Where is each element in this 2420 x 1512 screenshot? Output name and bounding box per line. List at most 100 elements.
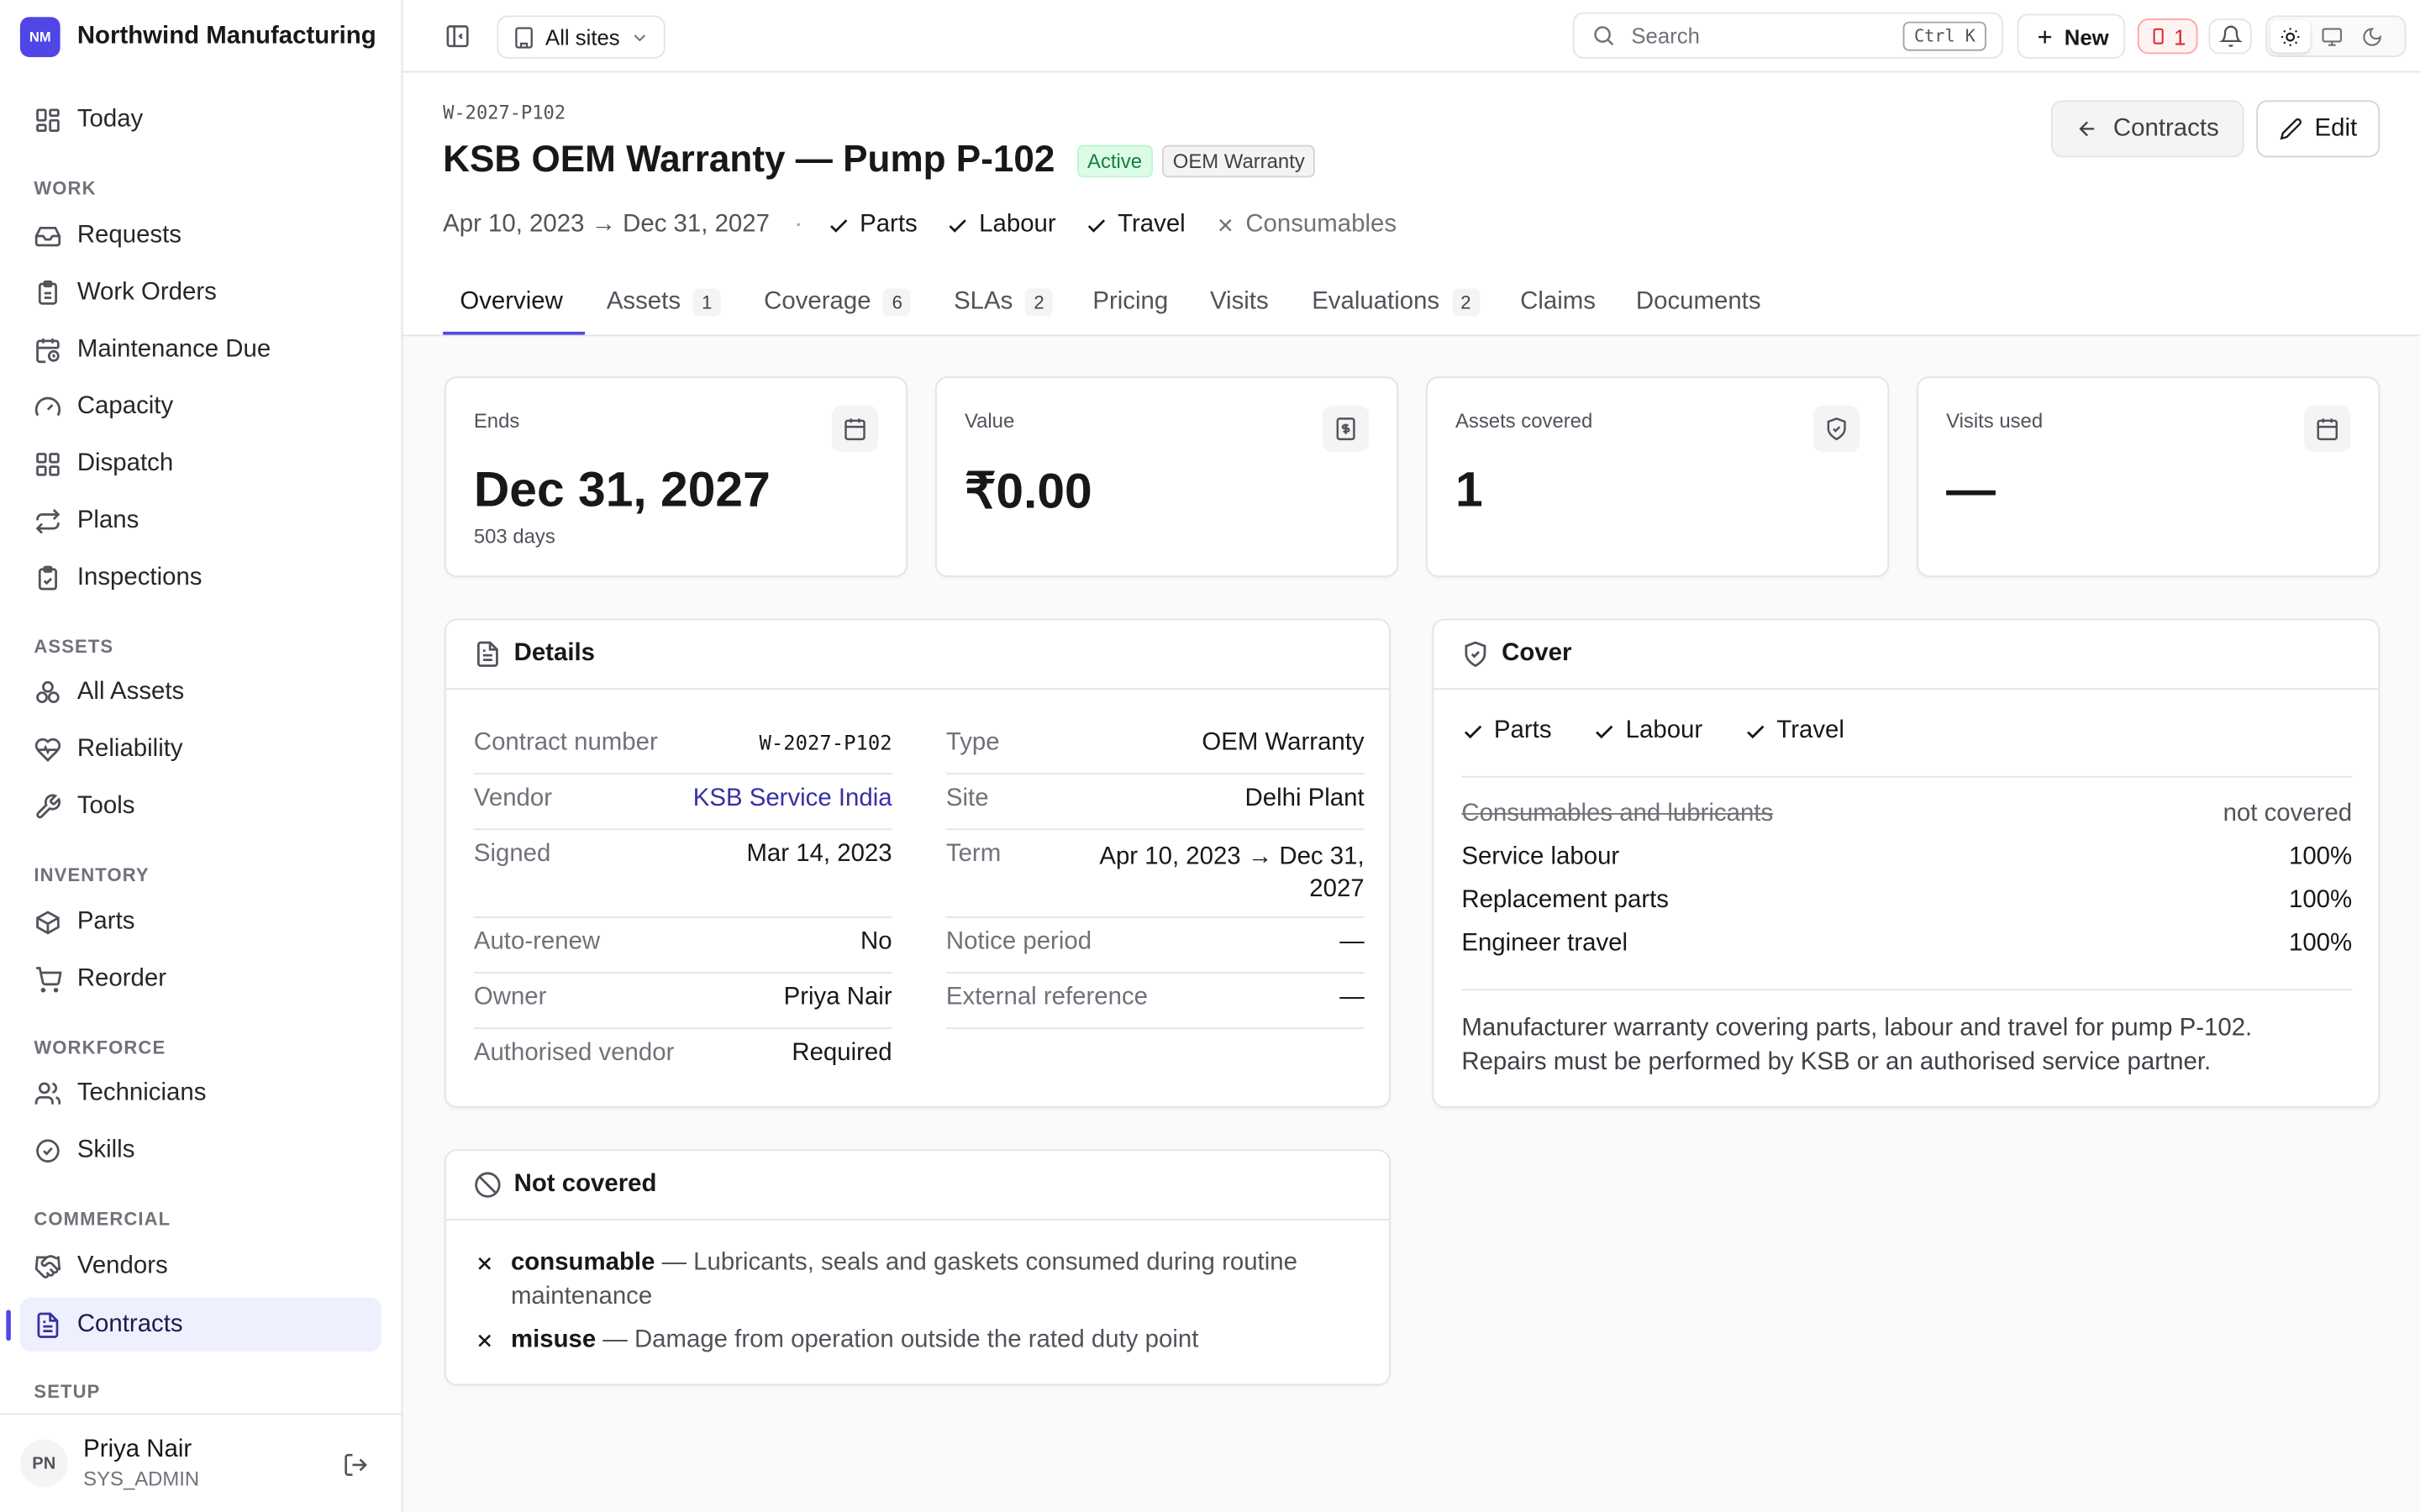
panel-title: Cover (1502, 640, 1572, 667)
check-icon (1088, 218, 1106, 232)
tab-documents[interactable]: Documents (1636, 270, 1761, 334)
sidebar-item-label: Work Orders (76, 278, 217, 305)
tab-evaluations[interactable]: Evaluations 2 (1312, 270, 1480, 334)
user-role: SYS_ADMIN (83, 1467, 200, 1491)
cover-note: Manufacturer warranty covering parts, la… (1461, 1015, 2253, 1076)
check-icon (1596, 724, 1614, 738)
sidebar-item-label: Requests (76, 221, 182, 248)
nav-section-inventory: INVENTORY (34, 864, 150, 886)
clipboard-check-icon (38, 564, 57, 590)
divider (945, 773, 1365, 775)
sidebar-item-work-orders[interactable]: Work Orders (20, 265, 381, 319)
sidebar-item-label: Reorder (76, 964, 167, 992)
alerts-button[interactable]: 1 (2137, 18, 2198, 55)
theme-switcher (2265, 15, 2407, 57)
theme-light-option[interactable] (2270, 19, 2311, 53)
notifications-button[interactable] (2208, 18, 2252, 55)
detail-term: Term Apr 10, 2023 → Dec 31, 2027 (945, 841, 1365, 903)
sidebar-item-skills[interactable]: Skills (20, 1123, 381, 1177)
sidebar-item-vendors[interactable]: Vendors (20, 1239, 381, 1293)
user-menu[interactable]: PN Priya Nair SYS_ADMIN (0, 1413, 402, 1512)
sidebar-item-plans[interactable]: Plans (20, 494, 381, 548)
tab-count: 2 (1025, 288, 1054, 317)
tab-pricing[interactable]: Pricing (1092, 270, 1168, 334)
sidebar-item-label: Skills (76, 1136, 135, 1163)
status-badge: Active (1076, 144, 1153, 177)
sidebar-item-dispatch[interactable]: Dispatch (20, 437, 381, 491)
site-select[interactable]: All sites (497, 15, 666, 59)
new-button[interactable]: New (2017, 13, 2126, 59)
sidebar-item-capacity[interactable]: Capacity (20, 380, 381, 433)
coverage-travel: Travel (1086, 212, 1186, 239)
cover-check-labour: Labour (1593, 717, 1702, 745)
tab-claims[interactable]: Claims (1520, 270, 1596, 334)
tab-count: 1 (692, 288, 721, 317)
sidebar-item-label: All Assets (76, 678, 185, 705)
topbar: All sites Search Ctrl K New 1 (402, 0, 2420, 73)
edit-button[interactable]: Edit (2256, 100, 2381, 158)
x-icon (478, 1257, 492, 1270)
sidebar-item-tools[interactable]: Tools (20, 780, 381, 833)
contract-header: W-2027-P102 KSB OEM Warranty — Pump P-10… (402, 72, 2420, 337)
cover-check-parts: Parts (1461, 717, 1552, 745)
calendar-clock-icon (36, 338, 60, 363)
moon-icon[interactable] (2361, 26, 2383, 48)
shield-check-icon (1813, 406, 1860, 453)
receipt-icon (1323, 406, 1370, 453)
heart-pulse-icon (34, 737, 61, 762)
sidebar-item-inspections[interactable]: Inspections (20, 551, 381, 605)
details-panel: Details Contract number W-2027-P102 Vendo… (444, 618, 1391, 1108)
check-icon (830, 218, 848, 232)
tab-coverage[interactable]: Coverage 6 (764, 270, 912, 334)
tab-visits[interactable]: Visits (1210, 270, 1269, 334)
sidebar-item-label: Capacity (76, 392, 174, 419)
tab-slas[interactable]: SLAs 2 (954, 270, 1054, 334)
tab-count: 6 (883, 288, 912, 317)
sidebar-item-today[interactable]: Today (20, 92, 381, 146)
nav-section-setup: SETUP (34, 1380, 101, 1403)
vendor-link[interactable]: KSB Service India (693, 785, 892, 813)
inbox-icon (34, 226, 61, 246)
sidebar-item-all-assets[interactable]: All Assets (20, 665, 381, 719)
cart-icon (36, 966, 62, 992)
stat-value: ₹0.00 (964, 463, 1092, 519)
search-shortcut: Ctrl K (1903, 21, 1986, 51)
pencil-icon (2279, 118, 2302, 140)
search-input[interactable]: Search Ctrl K (1572, 12, 2004, 59)
shield-check-icon (1465, 641, 1486, 668)
tab-overview[interactable]: Overview (460, 270, 562, 334)
arrow-left-icon (2079, 121, 2095, 137)
cover-panel: Cover Parts Labour Travel Consumables an… (1432, 618, 2381, 1108)
stat-label: Ends (473, 408, 520, 433)
sidebar-item-label: Dispatch (76, 449, 174, 476)
sidebar-item-parts[interactable]: Parts (20, 895, 381, 948)
cover-check-travel: Travel (1744, 717, 1844, 745)
sidebar-toggle-icon[interactable] (445, 24, 471, 50)
not-covered-panel: Not covered consumable — Lubricants, sea… (444, 1149, 1391, 1386)
bell-icon (2218, 25, 2242, 47)
monitor-icon[interactable] (2321, 26, 2343, 48)
package-icon (36, 910, 60, 934)
app-name: Northwind Manufacturing (76, 22, 376, 49)
nav-section-assets: ASSETS (34, 635, 114, 658)
tab-assets[interactable]: Assets 1 (607, 270, 721, 334)
boxes-icon (36, 680, 60, 703)
divider (945, 972, 1365, 974)
chevron-down-icon (633, 34, 645, 41)
stat-label: Assets covered (1455, 408, 1593, 433)
sidebar-item-technicians[interactable]: Technicians (20, 1066, 381, 1120)
sidebar-item-reorder[interactable]: Reorder (20, 952, 381, 1005)
sidebar-item-label: Parts (76, 907, 135, 935)
brand[interactable]: NM Northwind Manufacturing (0, 0, 402, 72)
stat-card-ends: Ends Dec 31, 2027 503 days (444, 376, 908, 577)
sidebar-item-reliability[interactable]: Reliability (20, 722, 381, 776)
panel-title: Details (513, 640, 595, 667)
x-icon (478, 1334, 492, 1347)
sidebar-item-contracts[interactable]: Contracts (19, 1297, 381, 1352)
logout-icon[interactable] (343, 1452, 369, 1478)
sidebar-item-requests[interactable]: Requests (20, 208, 381, 262)
nav-section-work: WORK (34, 177, 97, 199)
sidebar-item-maintenance-due[interactable]: Maintenance Due (20, 323, 381, 376)
file-text-icon (476, 641, 498, 667)
back-to-contracts-button[interactable]: Contracts (2050, 100, 2244, 158)
